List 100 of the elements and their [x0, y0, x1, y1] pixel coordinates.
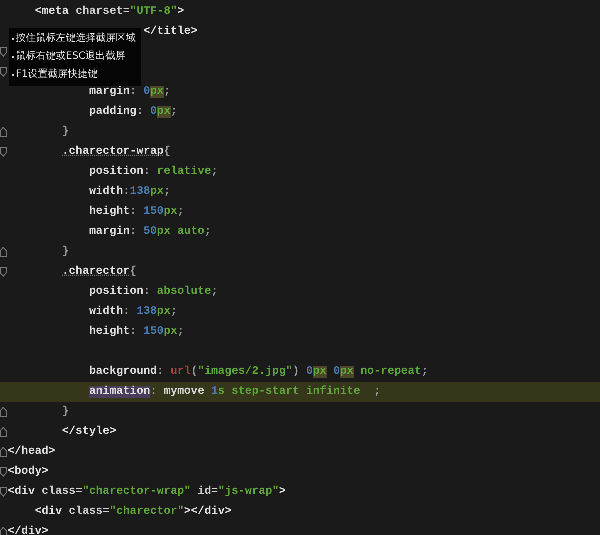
code-token: <meta	[35, 6, 70, 18]
fold-marker-icon[interactable]	[0, 127, 7, 137]
code-token: ;	[178, 206, 184, 218]
code-token: s step-start infinite	[218, 386, 361, 398]
code-token: class=	[42, 486, 83, 498]
code-token: width	[89, 306, 124, 318]
code-token: <div	[35, 506, 62, 518]
code-token: :	[144, 286, 152, 298]
code-token: <body>	[8, 466, 49, 478]
code-token: ;	[204, 226, 212, 238]
code-token: position	[89, 166, 144, 178]
code-token: :	[150, 386, 158, 398]
code-token: "charector"	[110, 506, 184, 518]
code-token: :	[123, 186, 130, 198]
code-token: .charector	[62, 266, 130, 278]
code-token: width	[89, 186, 124, 198]
code-token: px	[157, 226, 171, 238]
code-token: px	[157, 306, 171, 318]
fold-marker-icon[interactable]	[0, 147, 7, 157]
code-token: px	[164, 206, 178, 218]
code-token: px	[164, 326, 178, 338]
code-token: (	[191, 366, 198, 378]
code-token: :	[123, 306, 132, 318]
code-token: 0	[144, 86, 150, 98]
code-token: position	[89, 286, 144, 298]
code-token: 150	[144, 206, 164, 218]
code-token: class=	[69, 506, 110, 518]
code-token: mymove	[164, 386, 206, 398]
fold-marker-icon[interactable]	[0, 267, 7, 277]
fold-marker-icon[interactable]	[0, 467, 7, 477]
code-token: }	[62, 126, 70, 138]
code-token: {	[164, 146, 171, 158]
highlighted-token: px	[157, 106, 171, 118]
code-token: 138	[130, 186, 150, 198]
code-token: >	[279, 486, 286, 498]
code-token: ;	[170, 106, 178, 118]
code-token: <div	[8, 486, 36, 498]
code-token: 0	[150, 106, 158, 118]
fold-marker-icon[interactable]	[0, 527, 7, 535]
fold-marker-icon[interactable]	[0, 247, 7, 257]
code-token: :	[144, 166, 152, 178]
code-token: 50	[144, 226, 158, 238]
code-token: ;	[164, 86, 171, 98]
code-token: ;	[178, 326, 184, 338]
highlighted-token: px	[313, 366, 327, 378]
code-token: ;	[211, 286, 218, 298]
hint-text: F1设置截屏快捷键	[16, 68, 98, 82]
code-token: auto	[178, 226, 205, 238]
code-token: 138	[136, 306, 158, 318]
code-token: :	[130, 326, 138, 338]
code-token: {	[130, 266, 137, 278]
code-token: :	[136, 106, 145, 118]
code-token: 1	[211, 386, 218, 398]
code-token: </head>	[8, 446, 56, 458]
code-token: </style>	[62, 426, 116, 438]
code-token: "UTF-8"	[130, 6, 178, 18]
code-token: </div>	[8, 526, 49, 535]
code-token: absolute	[157, 286, 212, 298]
code-token: >	[178, 6, 184, 18]
code-token: ;	[164, 186, 171, 198]
code-token: }	[62, 246, 70, 258]
code-token: height	[89, 326, 130, 338]
highlighted-token: px	[150, 86, 164, 98]
code-token: margin	[89, 226, 130, 238]
code-token: 0	[333, 366, 340, 378]
code-token: :	[130, 206, 138, 218]
code-token: "charector-wrap"	[82, 486, 192, 498]
code-token: url	[170, 366, 192, 378]
code-token: )	[292, 366, 300, 378]
code-token: "js-wrap"	[218, 486, 280, 498]
code-token: :	[157, 366, 165, 378]
code-token: </title>	[144, 26, 198, 38]
hint-text: 鼠标右键或ESC退出截屏	[16, 50, 126, 64]
code-token: .charector-wrap	[62, 146, 164, 158]
fold-marker-icon[interactable]	[0, 427, 7, 437]
highlighted-token: animation	[89, 386, 150, 398]
code-token: 0	[306, 366, 314, 378]
fold-marker-icon[interactable]	[0, 487, 7, 497]
code-token: 150	[144, 326, 164, 338]
code-token: background	[89, 366, 158, 378]
code-token: padding	[89, 106, 137, 118]
code-token: px	[150, 186, 164, 198]
highlighted-token: px	[340, 366, 354, 378]
code-token: :	[130, 226, 138, 238]
code-token: ;	[374, 386, 381, 398]
code-token: ;	[211, 166, 218, 178]
fold-marker-icon[interactable]	[0, 47, 7, 57]
code-token: margin	[89, 86, 130, 98]
code-token: id=	[198, 486, 218, 498]
fold-marker-icon[interactable]	[0, 447, 7, 457]
code-token: ;	[422, 366, 428, 378]
code-token: "images/2.jpg"	[198, 366, 293, 378]
fold-marker-icon[interactable]	[0, 67, 7, 77]
code-token: ;	[170, 306, 178, 318]
hint-text: 按住鼠标左键选择截屏区域	[16, 32, 136, 46]
code-token: }	[62, 406, 70, 418]
code-token: no-repeat	[360, 366, 422, 378]
code-token: ></div>	[184, 506, 232, 518]
fold-marker-icon[interactable]	[0, 407, 7, 417]
code-token: :	[130, 86, 138, 98]
